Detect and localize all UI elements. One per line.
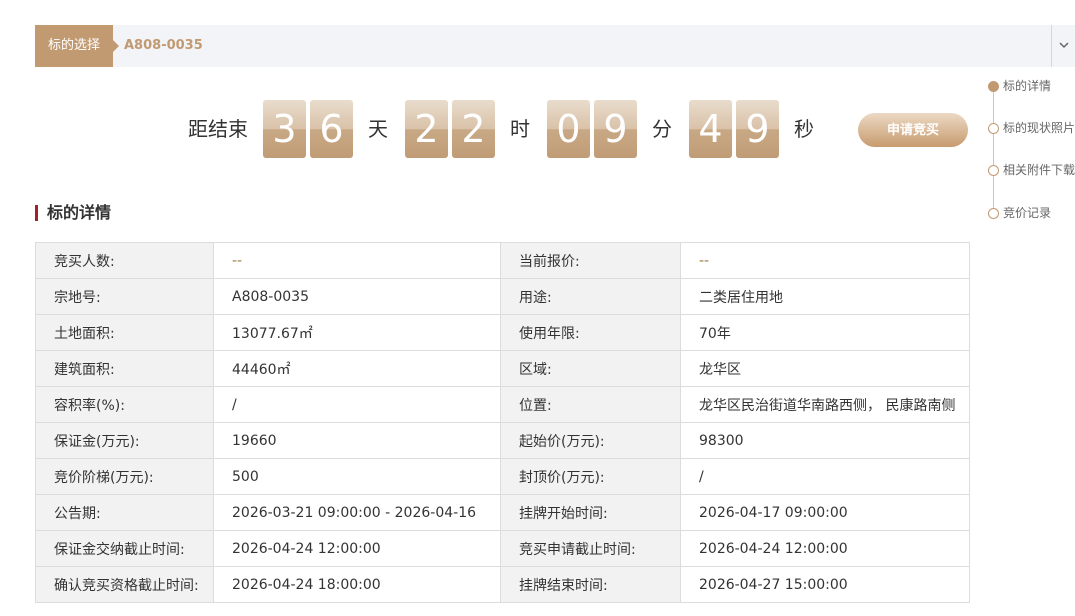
field-label: 挂牌开始时间: [500,494,681,531]
table-row: 公告期: 2026-03-21 09:00:00 - 2026-04-16 挂牌… [35,494,970,531]
field-label: 确认竞买资格截止时间: [35,566,214,603]
dropdown-toggle[interactable] [1051,25,1075,67]
selector-tag: 标的选择 [35,25,113,67]
field-label: 使用年限: [500,314,681,351]
field-value: 44460㎡ [213,350,501,387]
field-value: 70年 [680,314,970,351]
details-table: 竞买人数: -- 当前报价: -- 宗地号: A808-0035 用途: 二类居… [35,242,970,603]
section-title: 标的详情 [35,202,111,224]
nav-dot-icon [988,81,999,92]
field-value: 2026-03-21 09:00:00 - 2026-04-16 [213,494,501,531]
nav-item-label: 标的详情 [1003,79,1052,93]
field-label: 封顶价(万元): [500,458,681,495]
right-anchor-nav: 标的详情 标的现状照片 相关附件下载 竞价记录 [988,76,1075,226]
table-row: 宗地号: A808-0035 用途: 二类居住用地 [35,278,970,315]
field-value: 2026-04-24 12:00:00 [213,530,501,567]
field-value: 龙华区 [680,350,970,387]
field-value: 19660 [213,422,501,459]
table-row: 建筑面积: 44460㎡ 区域: 龙华区 [35,350,970,387]
table-row: 容积率(%): / 位置: 龙华区民治街道华南路西侧， 民康路南侧 [35,386,970,423]
field-label: 保证金交纳截止时间: [35,530,214,567]
countdown-minute-digit: 9 [594,100,637,158]
field-value: A808-0035 [213,278,501,315]
table-row: 确认竞买资格截止时间: 2026-04-24 18:00:00 挂牌结束时间: … [35,566,970,603]
countdown-second-digit: 9 [736,100,779,158]
countdown-hour-digit: 2 [452,100,495,158]
nav-line [993,86,994,214]
countdown-days-unit: 天 [368,117,388,141]
selector-value: A808-0035 [124,38,203,53]
countdown-prefix: 距结束 [188,117,248,141]
target-selector[interactable]: 标的选择 A808-0035 [35,25,1075,67]
field-value: 2026-04-24 18:00:00 [213,566,501,603]
countdown-hour-digit: 2 [405,100,448,158]
chevron-down-icon [1059,42,1069,49]
nav-item-attachments[interactable]: 相关附件下载 [988,160,1075,180]
field-label: 建筑面积: [35,350,214,387]
field-value: -- [213,242,501,279]
field-label: 容积率(%): [35,386,214,423]
field-label: 土地面积: [35,314,214,351]
table-row: 保证金交纳截止时间: 2026-04-24 12:00:00 竞买申请截止时间:… [35,530,970,567]
nav-item-bid-records[interactable]: 竞价记录 [988,203,1075,223]
nav-item-label: 竞价记录 [1003,206,1052,220]
table-row: 竞买人数: -- 当前报价: -- [35,242,970,279]
field-label: 公告期: [35,494,214,531]
field-value: 98300 [680,422,970,459]
tag-arrow-icon [113,40,119,52]
nav-item-photos[interactable]: 标的现状照片 [988,118,1075,138]
nav-dot-icon [988,208,999,219]
field-value: / [213,386,501,423]
field-value: 2026-04-27 15:00:00 [680,566,970,603]
field-value: 龙华区民治街道华南路西侧， 民康路南侧 [680,386,970,423]
field-value: 2026-04-24 12:00:00 [680,530,970,567]
countdown-seconds-unit: 秒 [794,117,814,141]
field-value: 500 [213,458,501,495]
nav-dot-icon [988,123,999,134]
field-value: 2026-04-17 09:00:00 [680,494,970,531]
countdown-day-digit: 3 [263,100,306,158]
countdown-minute-digit: 0 [547,100,590,158]
field-label: 起始价(万元): [500,422,681,459]
nav-item-label: 标的现状照片 [1003,121,1075,135]
countdown-hours-unit: 时 [510,117,530,141]
field-label: 用途: [500,278,681,315]
nav-dot-icon [988,165,999,176]
apply-bid-button[interactable]: 申请竞买 [858,113,968,147]
nav-item-details[interactable]: 标的详情 [988,76,1075,96]
field-label: 竞买申请截止时间: [500,530,681,567]
countdown-second-digit: 4 [689,100,732,158]
field-value: 二类居住用地 [680,278,970,315]
field-value: 13077.67㎡ [213,314,501,351]
table-row: 土地面积: 13077.67㎡ 使用年限: 70年 [35,314,970,351]
field-label: 竞价阶梯(万元): [35,458,214,495]
countdown-minutes-unit: 分 [652,117,672,141]
field-label: 挂牌结束时间: [500,566,681,603]
field-value: -- [680,242,970,279]
nav-item-label: 相关附件下载 [1003,163,1075,177]
field-label: 竞买人数: [35,242,214,279]
field-label: 当前报价: [500,242,681,279]
section-title-text: 标的详情 [47,203,112,222]
field-label: 位置: [500,386,681,423]
table-row: 保证金(万元): 19660 起始价(万元): 98300 [35,422,970,459]
title-accent-bar [35,205,38,221]
field-value: / [680,458,970,495]
countdown-day-digit: 6 [310,100,353,158]
table-row: 竞价阶梯(万元): 500 封顶价(万元): / [35,458,970,495]
field-label: 区域: [500,350,681,387]
field-label: 宗地号: [35,278,214,315]
field-label: 保证金(万元): [35,422,214,459]
